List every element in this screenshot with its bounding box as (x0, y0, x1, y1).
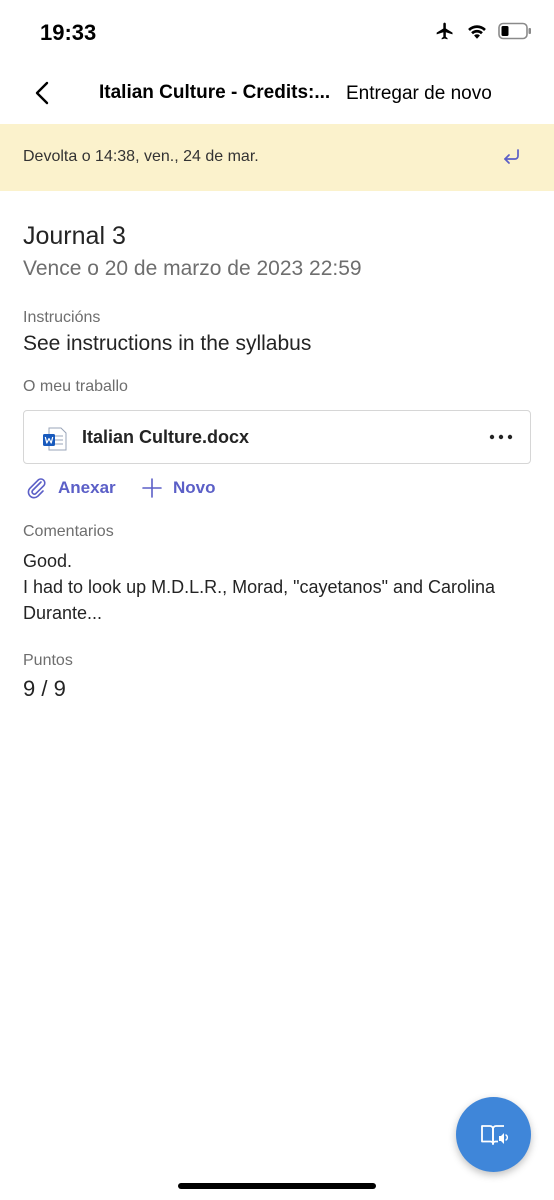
feedback-line: I had to look up M.D.L.R., Morad, "cayet… (23, 577, 496, 597)
attached-file-card[interactable]: Italian Culture.docx (23, 410, 531, 464)
airplane-icon (434, 21, 456, 41)
new-file-label: Novo (173, 478, 216, 497)
instructions-text: See instructions in the syllabus (23, 332, 312, 355)
points-label: Puntos (23, 652, 73, 669)
feedback-line: Durante... (23, 603, 103, 623)
battery-icon (498, 22, 532, 40)
status-time: 19:33 (40, 20, 97, 45)
plus-icon (141, 477, 163, 499)
feedback-label: Comentarios (23, 523, 114, 540)
chevron-left-icon (28, 81, 58, 112)
feedback-text: Good. I had to look up M.D.L.R., Morad, … (23, 548, 533, 626)
status-icons (434, 21, 532, 41)
paperclip-icon (26, 477, 48, 499)
points-value: 9 / 9 (23, 676, 66, 701)
instructions-label: Instrucións (23, 309, 101, 326)
assignment-title: Journal 3 (23, 222, 126, 250)
returned-banner: Devolta o 14:38, ven., 24 de mar. (0, 124, 554, 191)
more-options-icon[interactable] (486, 423, 516, 451)
status-bar: 19:33 (0, 0, 554, 62)
returned-text: Devolta o 14:38, ven., 24 de mar. (23, 148, 259, 165)
due-date: Vence o 20 de marzo de 2023 22:59 (23, 257, 362, 280)
feedback-line: Good. (23, 551, 73, 571)
turn-in-again-button[interactable]: Entregar de novo (346, 83, 492, 105)
my-work-label: O meu traballo (23, 378, 128, 395)
page-title: Italian Culture - Credits:... (99, 82, 331, 103)
immersive-reader-button[interactable] (456, 1097, 531, 1172)
undo-icon[interactable] (500, 146, 522, 168)
navigation-bar: Italian Culture - Credits:... Entregar d… (0, 62, 554, 124)
attach-label: Anexar (58, 478, 116, 497)
back-button[interactable] (28, 78, 58, 108)
wifi-icon (466, 22, 488, 40)
word-document-icon (42, 426, 68, 452)
new-file-button[interactable]: Novo (141, 477, 216, 499)
home-indicator[interactable] (178, 1183, 376, 1189)
file-name: Italian Culture.docx (82, 427, 250, 447)
attach-button[interactable]: Anexar (26, 477, 116, 499)
assignment-screen: 19:33 Italian Culture - Credits:... Entr… (0, 0, 554, 1200)
